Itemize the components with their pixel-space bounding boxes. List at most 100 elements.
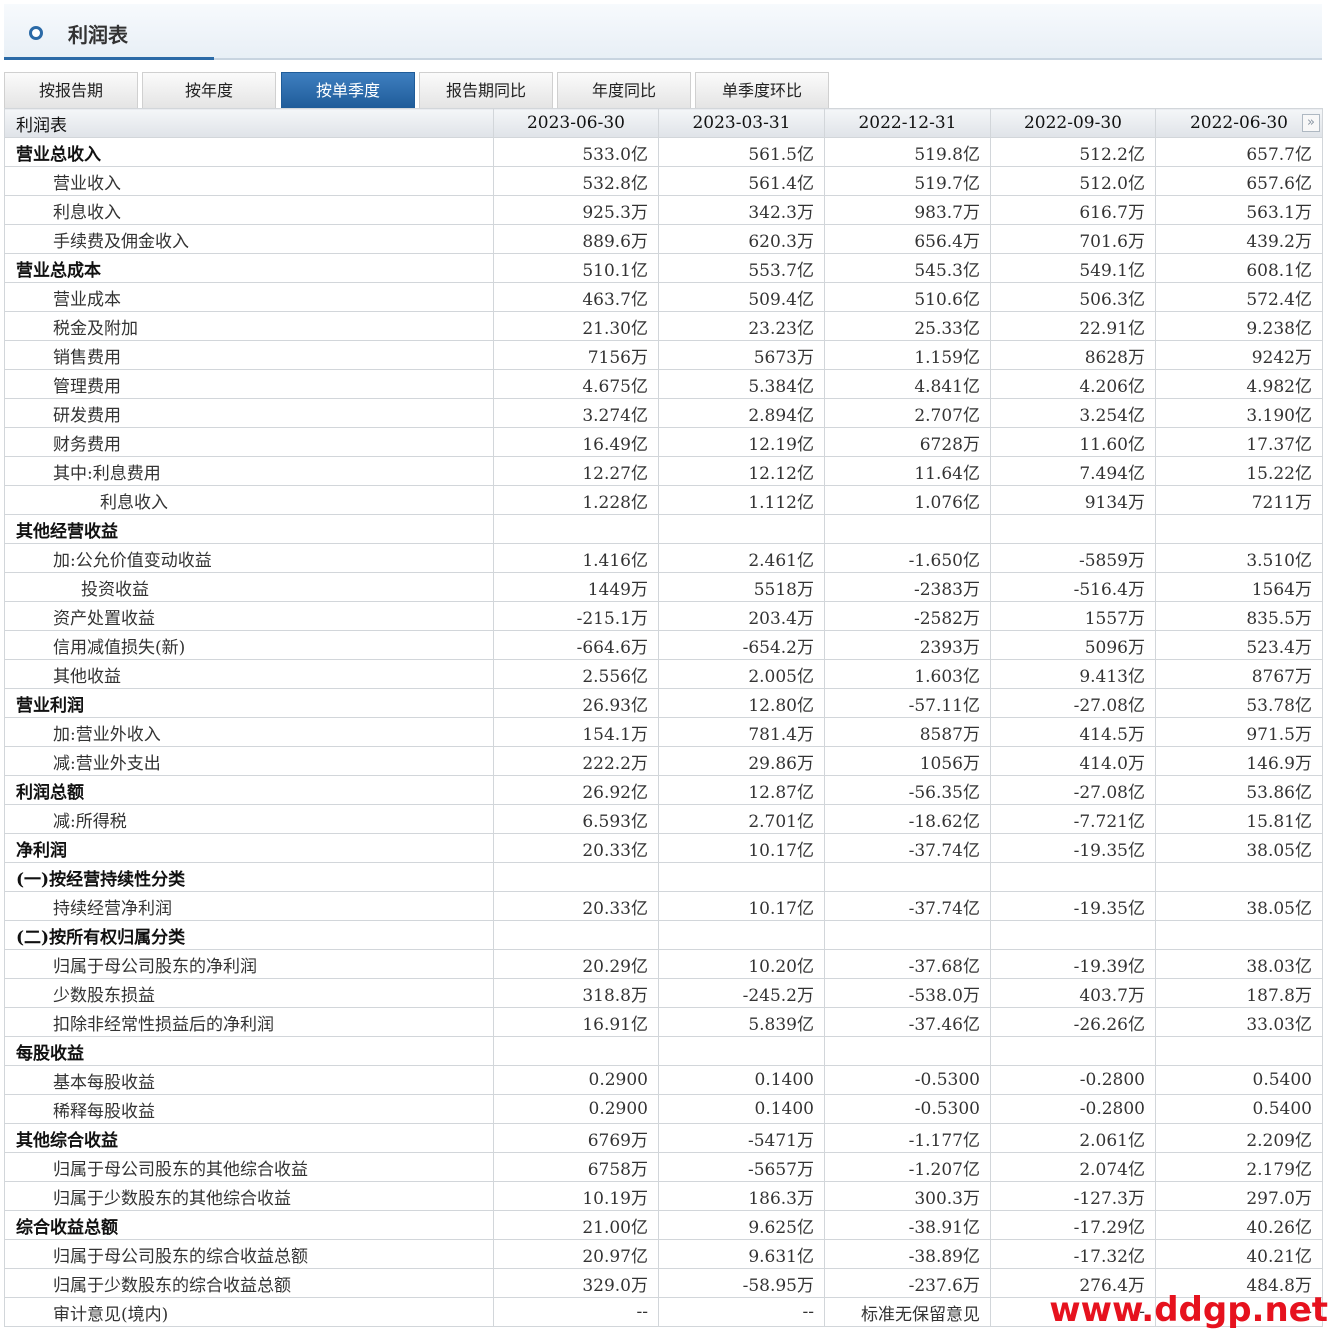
next-page-icon[interactable]: » [1302,114,1320,132]
row-label: 营业利润 [4,688,494,718]
value-cell: 11.60亿 [990,427,1156,457]
value-cell: 616.7万 [990,195,1156,225]
value-cell: 23.23亿 [658,311,825,341]
tab-4[interactable]: 年度同比 [557,72,691,108]
value-cell: -19.35亿 [990,833,1156,863]
value-cell: 403.7万 [990,978,1156,1008]
value-cell: 572.4亿 [1155,282,1323,312]
value-cell: 9.238亿 [1155,311,1323,341]
table-row: 财务费用 16.49亿 12.19亿 6728万 11.60亿 17.37亿 [4,427,1323,457]
value-cell: 8767万 [1155,659,1323,689]
table-header-row: 利润表 2023-06-30 2023-03-31 2022-12-31 2022-0… [4,108,1323,138]
value-cell: 533.0亿 [493,137,659,167]
value-cell: 17.37亿 [1155,427,1323,457]
value-cell: -215.1万 [493,601,659,631]
value-cell: 1564万 [1155,572,1323,602]
value-cell [658,862,825,892]
value-cell [990,1036,1156,1066]
tab-2[interactable]: 按单季度 [281,72,415,108]
table-row: 归属于母公司股东的综合收益总额 20.97亿 9.631亿 -38.89亿 -17.32… [4,1239,1323,1269]
value-cell: 5518万 [658,572,825,602]
table-row: 营业总收入 533.0亿 561.5亿 519.8亿 512.2亿 657.7亿 [4,137,1323,167]
value-cell: 4.982亿 [1155,369,1323,399]
row-label: (二)按所有权归属分类 [4,920,494,950]
value-cell: 12.27亿 [493,456,659,486]
table-row: 其中:利息费用 12.27亿 12.12亿 11.64亿 7.494亿 15.22亿 [4,456,1323,486]
value-cell: 656.4万 [824,224,991,254]
value-cell: -1.207亿 [824,1152,991,1182]
value-cell: 971.5万 [1155,717,1323,747]
period-header[interactable]: 2023-06-30 [493,108,659,138]
row-label: 综合收益总额 [4,1210,494,1240]
value-cell: 222.2万 [493,746,659,776]
value-cell: 3.510亿 [1155,543,1323,573]
value-cell: -516.4万 [990,572,1156,602]
table-row: 营业利润 26.93亿 12.80亿 -57.11亿 -27.08亿 53.78亿 [4,688,1323,718]
value-cell: 2.556亿 [493,659,659,689]
value-cell: 781.4万 [658,717,825,747]
row-label: 其他综合收益 [4,1123,494,1153]
value-cell: 29.86万 [658,746,825,776]
period-header[interactable]: 2022-09-30 [990,108,1156,138]
income-statement-table: 利润表 2023-06-30 2023-03-31 2022-12-31 2022-0… [4,108,1323,1327]
value-cell: 3.254亿 [990,398,1156,428]
table-row: 利润总额 26.92亿 12.87亿 -56.35亿 -27.08亿 53.86亿 [4,775,1323,805]
row-label: 信用减值损失(新) [4,630,494,660]
value-cell: 4.206亿 [990,369,1156,399]
value-cell: -1.177亿 [824,1123,991,1153]
watermark: www.ddgp.net [1049,1290,1328,1330]
tab-3[interactable]: 报告期同比 [419,72,553,108]
tab-1[interactable]: 按年度 [142,72,276,108]
value-cell: 9.631亿 [658,1239,825,1269]
row-label: 基本每股收益 [4,1065,494,1095]
value-cell: 12.19亿 [658,427,825,457]
value-cell: 519.8亿 [824,137,991,167]
value-cell: 509.4亿 [658,282,825,312]
tab-5[interactable]: 单季度环比 [695,72,829,108]
value-cell: 9134万 [990,485,1156,515]
row-label: 其中:利息费用 [4,456,494,486]
row-label: 手续费及佣金收入 [4,224,494,254]
table-row: 其他收益 2.556亿 2.005亿 1.603亿 9.413亿 8767万 [4,659,1323,689]
row-label: 归属于母公司股东的净利润 [4,949,494,979]
table-row: 稀释每股收益 0.2900 0.1400 -0.5300 -0.2800 0.5400 [4,1094,1323,1124]
value-cell: 5673万 [658,340,825,370]
value-cell: 657.7亿 [1155,137,1323,167]
row-label: 利润总额 [4,775,494,805]
value-cell: 342.3万 [658,195,825,225]
value-cell: 标准无保留意见 [824,1297,991,1327]
value-cell [990,862,1156,892]
row-label: 财务费用 [4,427,494,457]
value-cell: -0.5300 [824,1094,991,1124]
period-header[interactable]: 2022-06-30 » [1155,108,1323,138]
row-label: 投资收益 [4,572,494,602]
value-cell: 463.7亿 [493,282,659,312]
value-cell [824,514,991,544]
table-row: 基本每股收益 0.2900 0.1400 -0.5300 -0.2800 0.5400 [4,1065,1323,1095]
value-cell: 608.1亿 [1155,253,1323,283]
row-label: 净利润 [4,833,494,863]
value-cell: -2383万 [824,572,991,602]
table-row: 营业成本 463.7亿 509.4亿 510.6亿 506.3亿 572.4亿 [4,282,1323,312]
period-label: 2023-06-30 [526,113,625,133]
value-cell [824,1036,991,1066]
period-header[interactable]: 2023-03-31 [658,108,825,138]
value-cell: 1.228亿 [493,485,659,515]
value-cell: 2.061亿 [990,1123,1156,1153]
value-cell: 300.3万 [824,1181,991,1211]
value-cell: -37.74亿 [824,833,991,863]
tab-0[interactable]: 按报告期 [4,72,138,108]
value-cell: -127.3万 [990,1181,1156,1211]
value-cell: 561.4亿 [658,166,825,196]
row-label: 研发费用 [4,398,494,428]
value-cell: 297.0万 [1155,1181,1323,1211]
row-label: 稀释每股收益 [4,1094,494,1124]
value-cell: 25.33亿 [824,311,991,341]
value-cell: 561.5亿 [658,137,825,167]
value-cell: 53.86亿 [1155,775,1323,805]
value-cell: -237.6万 [824,1268,991,1298]
period-header[interactable]: 2022-12-31 [824,108,991,138]
value-cell: -57.11亿 [824,688,991,718]
value-cell: 6.593亿 [493,804,659,834]
value-cell [1155,920,1323,950]
